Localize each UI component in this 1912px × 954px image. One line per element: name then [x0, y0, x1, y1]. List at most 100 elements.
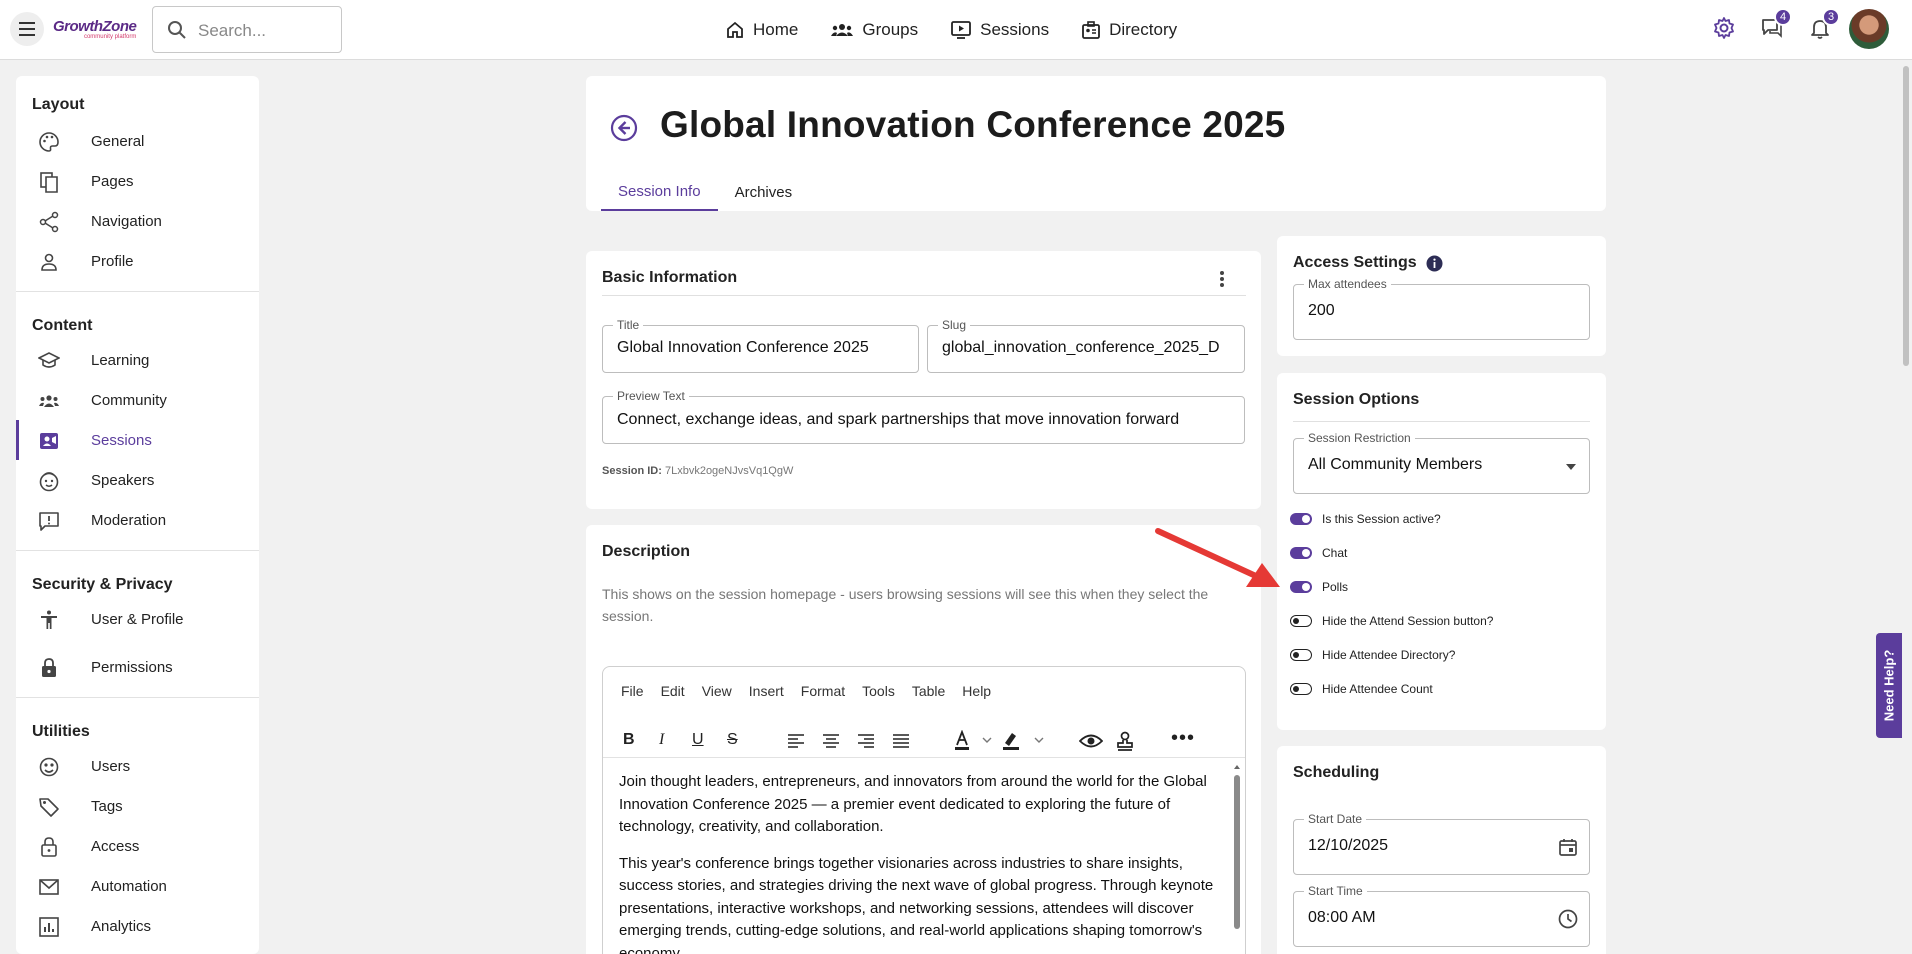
- arrow-back-icon: [610, 114, 638, 142]
- page-scroll-thumb[interactable]: [1903, 66, 1909, 366]
- scheduling-title: Scheduling: [1293, 764, 1380, 781]
- editor-scroll-thumb[interactable]: [1234, 775, 1240, 929]
- start-date-field[interactable]: Start Date 12/10/2025: [1293, 812, 1590, 875]
- sidebar-item-label: Access: [91, 837, 140, 855]
- editor-scrollbar[interactable]: [1233, 763, 1241, 954]
- back-button[interactable]: [610, 114, 638, 147]
- messages-button[interactable]: 4: [1760, 8, 1792, 45]
- sidebar-item-label: Automation: [91, 877, 167, 895]
- toggle-switch[interactable]: [1290, 649, 1312, 661]
- preview-text-field[interactable]: Preview Text Connect, exchange ideas, an…: [602, 389, 1245, 444]
- sidebar-item-general[interactable]: General: [16, 121, 259, 161]
- slug-field[interactable]: Slug global_innovation_conference_2025_D: [927, 318, 1245, 373]
- toggle-hide-attendee-directory[interactable]: Hide Attendee Directory?: [1290, 648, 1455, 662]
- sidebar-item-label: General: [91, 132, 145, 150]
- calendar-icon[interactable]: [1558, 837, 1578, 857]
- align-left-icon[interactable]: [787, 733, 805, 749]
- start-time-field[interactable]: Start Time 08:00 AM: [1293, 884, 1590, 947]
- sidebar-item-learning[interactable]: Learning: [16, 340, 259, 380]
- menu-help[interactable]: Help: [962, 683, 991, 699]
- sidebar-item-profile[interactable]: Profile: [16, 241, 259, 281]
- toggle-hide-attendee-count[interactable]: Hide Attendee Count: [1290, 682, 1433, 696]
- palette-icon: [39, 132, 59, 152]
- text-color-icon[interactable]: [953, 730, 993, 752]
- toggle-chat[interactable]: Chat: [1290, 546, 1347, 560]
- accessibility-icon: [41, 610, 57, 629]
- underline-icon[interactable]: U: [692, 731, 704, 749]
- preview-eye-icon[interactable]: [1079, 732, 1103, 750]
- tab-archives[interactable]: Archives: [718, 174, 810, 211]
- toggle-switch[interactable]: [1290, 683, 1312, 695]
- menu-file[interactable]: File: [621, 683, 644, 699]
- more-horiz-icon[interactable]: •••: [1171, 727, 1195, 750]
- session-id: Session ID: 7Lxbvk2ogeNJvsVq1QgW: [602, 465, 793, 477]
- align-right-icon[interactable]: [857, 733, 875, 749]
- toggle-switch[interactable]: [1290, 615, 1312, 627]
- page-scrollbar[interactable]: [1900, 60, 1912, 954]
- sidebar-item-label: Navigation: [91, 212, 162, 230]
- stamp-icon[interactable]: [1115, 731, 1135, 751]
- menu-icon[interactable]: [10, 12, 44, 46]
- sidebar-item-access[interactable]: Access: [16, 826, 259, 866]
- need-help-tab[interactable]: Need Help?: [1876, 633, 1902, 738]
- sidebar-item-tags[interactable]: Tags: [16, 786, 259, 826]
- sidebar-item-moderation[interactable]: Moderation: [16, 500, 259, 540]
- sidebar-item-pages[interactable]: Pages: [16, 161, 259, 201]
- nav-home[interactable]: Home: [725, 20, 798, 40]
- session-restriction-select[interactable]: Session Restriction All Community Member…: [1293, 431, 1590, 494]
- toggle-switch[interactable]: [1290, 513, 1312, 525]
- tab-session-info[interactable]: Session Info: [601, 174, 718, 211]
- avatar[interactable]: [1849, 9, 1889, 49]
- notifications-button[interactable]: 3: [1808, 8, 1840, 45]
- sidebar-item-speakers[interactable]: Speakers: [16, 460, 259, 500]
- highlight-icon[interactable]: [1001, 730, 1047, 752]
- more-vert-icon[interactable]: [1218, 269, 1226, 289]
- rich-text-editor: File Edit View Insert Format Tools Table…: [602, 666, 1246, 954]
- scroll-up-icon[interactable]: [1233, 763, 1241, 771]
- menu-insert[interactable]: Insert: [749, 683, 784, 699]
- sidebar-item-analytics[interactable]: Analytics: [16, 906, 259, 946]
- nav-sessions[interactable]: Sessions: [950, 20, 1049, 40]
- nav-groups[interactable]: Groups: [830, 20, 918, 40]
- start-date-value: 12/10/2025: [1308, 837, 1389, 854]
- lock-icon: [41, 837, 57, 857]
- editor-content[interactable]: Join thought leaders, entrepreneurs, and…: [619, 771, 1219, 954]
- settings-button[interactable]: [1712, 16, 1736, 45]
- sidebar-item-permissions[interactable]: Permissions: [16, 647, 259, 687]
- toggle-polls[interactable]: Polls: [1290, 580, 1348, 594]
- toggle-hide-attend-button[interactable]: Hide the Attend Session button?: [1290, 614, 1493, 628]
- toggle-session-active[interactable]: Is this Session active?: [1290, 512, 1441, 526]
- max-attendees-field[interactable]: Max attendees 200: [1293, 277, 1590, 340]
- sidebar-item-label: Analytics: [91, 917, 152, 935]
- sidebar-item-users[interactable]: Users: [16, 746, 259, 786]
- sidebar-item-user-profile[interactable]: User & Profile: [16, 599, 259, 639]
- sidebar-item-sessions[interactable]: Sessions: [16, 420, 259, 460]
- strikethrough-icon[interactable]: S: [727, 731, 738, 749]
- nav-sessions-label: Sessions: [980, 20, 1050, 39]
- search-input[interactable]: Search...: [152, 6, 342, 53]
- toggle-switch[interactable]: [1290, 581, 1312, 593]
- description-title: Description: [602, 543, 691, 560]
- sidebar-item-navigation[interactable]: Navigation: [16, 201, 259, 241]
- info-icon[interactable]: [1426, 255, 1443, 272]
- sidebar-item-automation[interactable]: Automation: [16, 866, 259, 906]
- logo[interactable]: GrowthZone community platform: [53, 18, 137, 40]
- annotation-arrow-icon: [1155, 528, 1280, 587]
- menu-view[interactable]: View: [702, 683, 732, 699]
- menu-tools[interactable]: Tools: [862, 683, 895, 699]
- menu-format[interactable]: Format: [801, 683, 845, 699]
- title-field[interactable]: Title Global Innovation Conference 2025: [602, 318, 919, 373]
- nav-directory[interactable]: Directory: [1081, 20, 1177, 40]
- messages-badge: 4: [1774, 8, 1792, 26]
- align-center-icon[interactable]: [822, 733, 840, 749]
- sidebar-item-community[interactable]: Community: [16, 380, 259, 420]
- menu-table[interactable]: Table: [912, 683, 945, 699]
- logo-text: GrowthZone: [53, 18, 137, 35]
- menu-edit[interactable]: Edit: [661, 683, 685, 699]
- clock-icon[interactable]: [1558, 909, 1578, 929]
- max-attendees-label: Max attendees: [1304, 277, 1391, 291]
- italic-icon[interactable]: I: [659, 731, 664, 749]
- align-justify-icon[interactable]: [892, 733, 910, 749]
- toggle-switch[interactable]: [1290, 547, 1312, 559]
- bold-icon[interactable]: B: [623, 731, 635, 749]
